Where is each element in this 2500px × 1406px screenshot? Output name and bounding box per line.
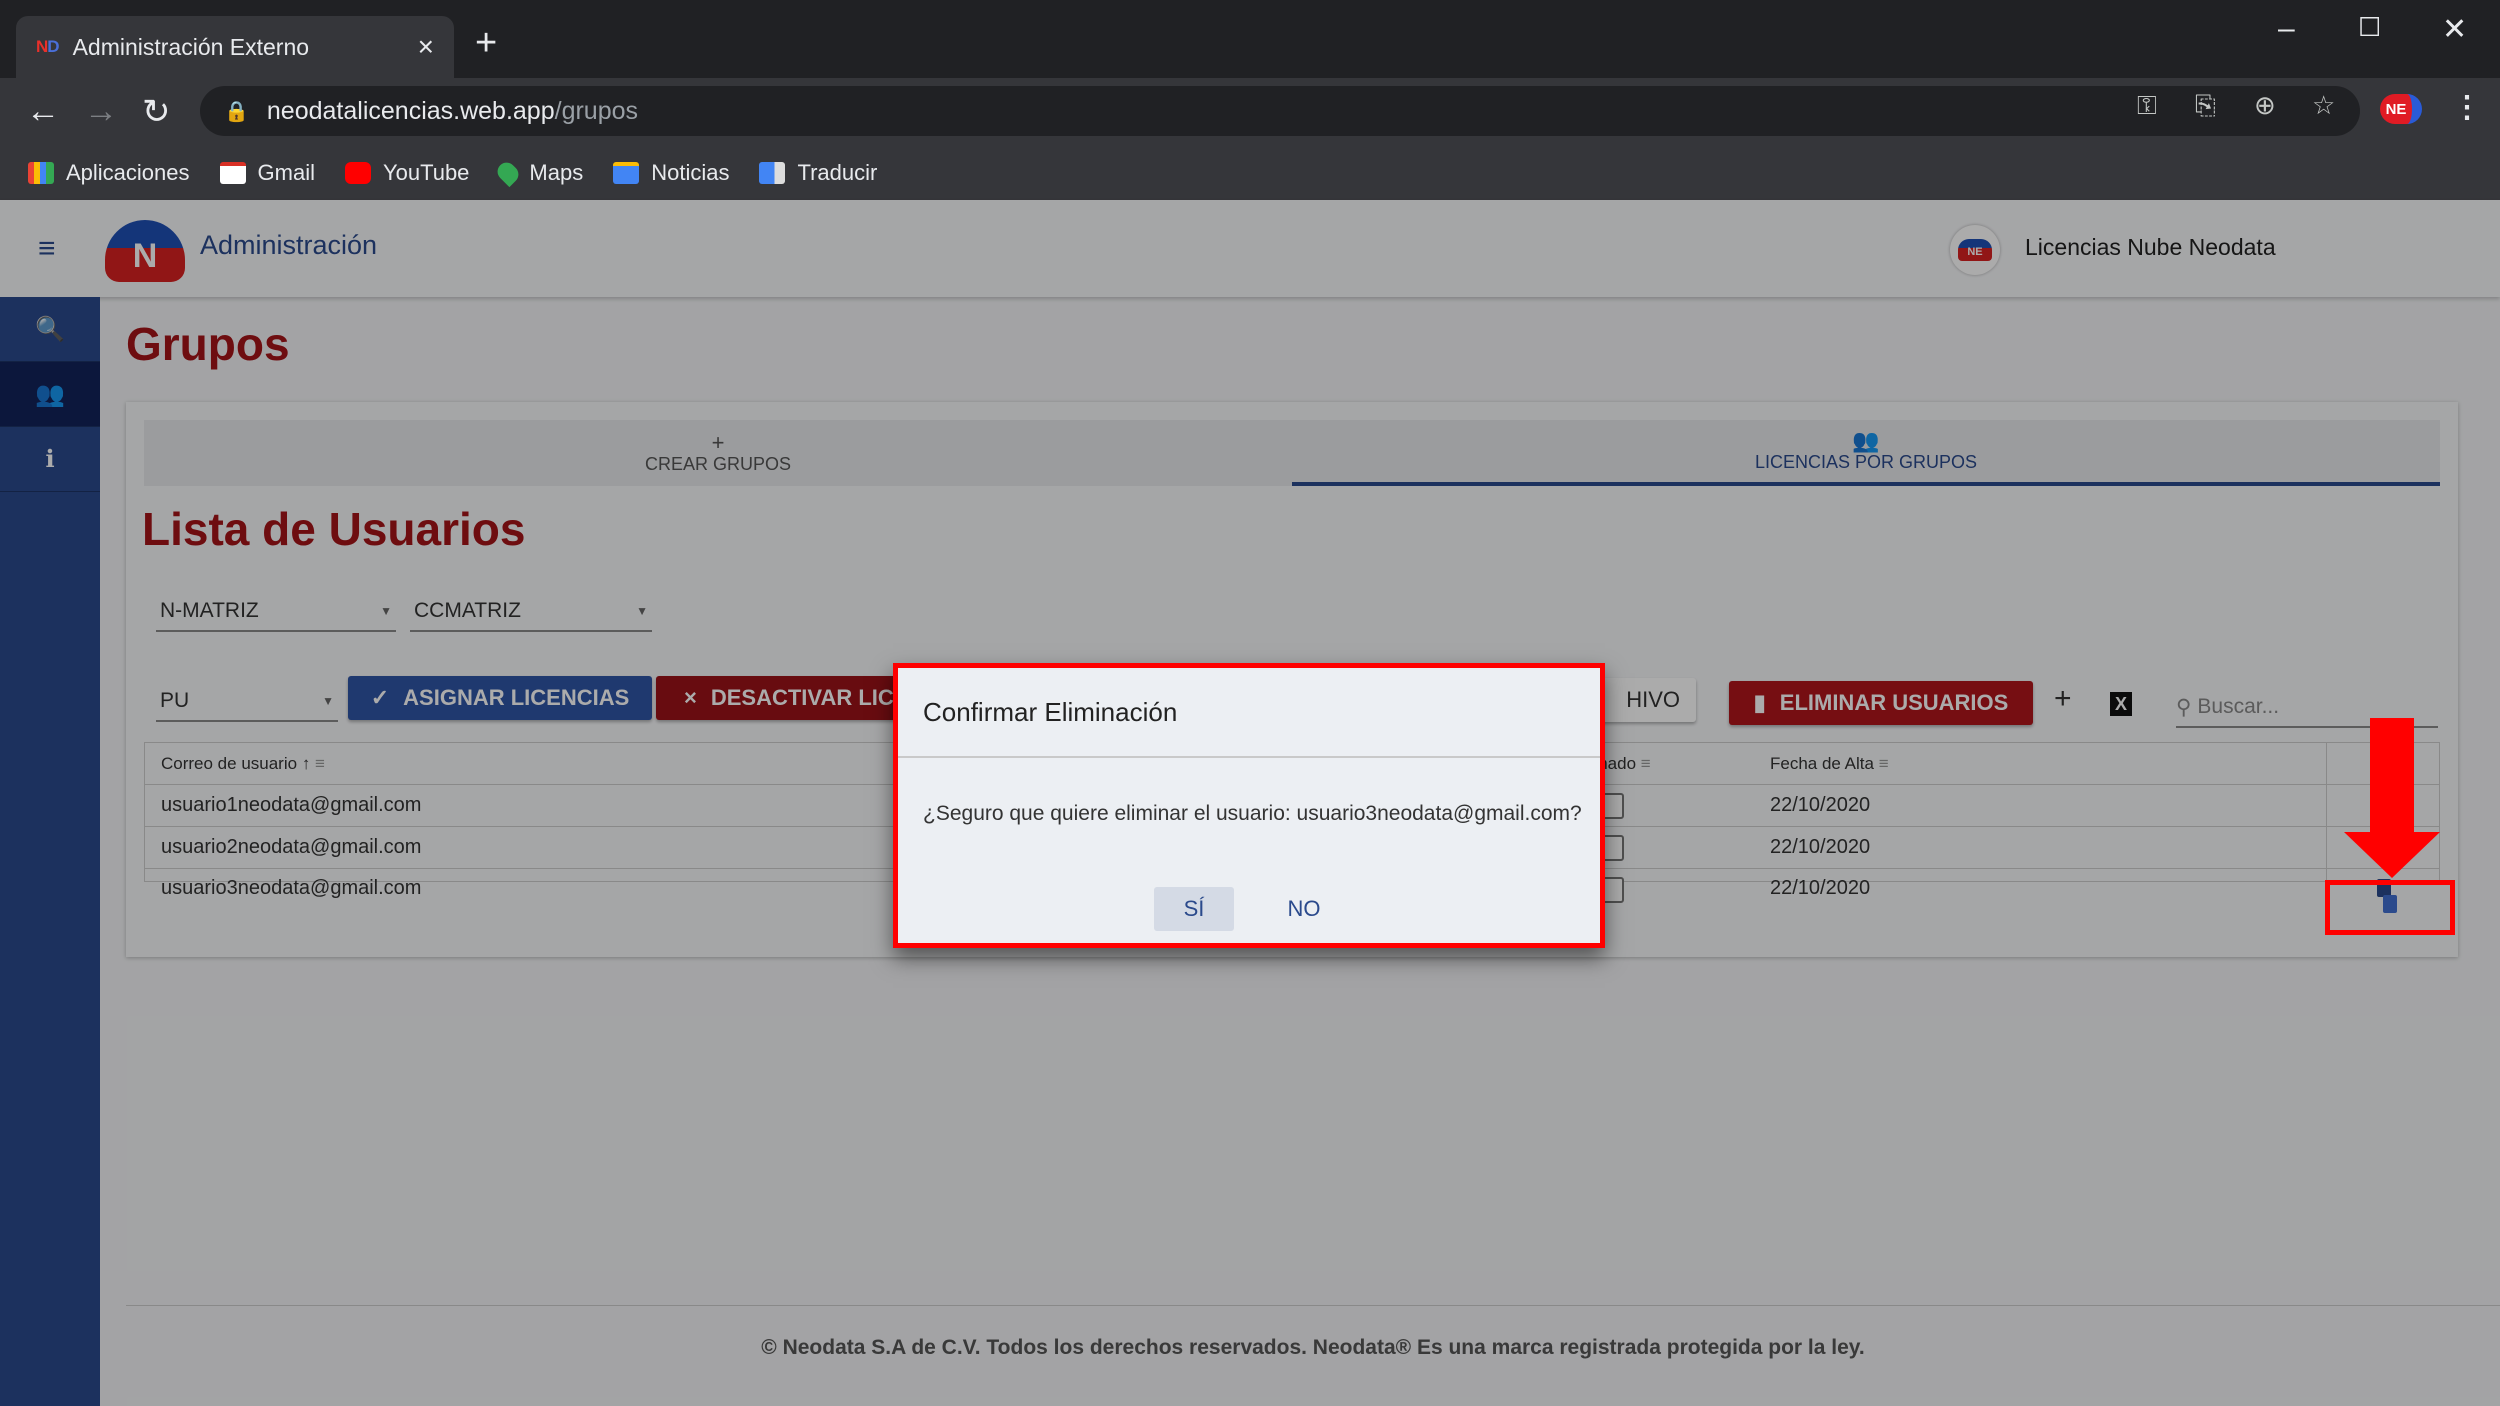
neodata-extension-icon[interactable]: NE xyxy=(2380,94,2422,124)
bookmark-label: Maps xyxy=(529,159,584,185)
dialog-title: Confirmar Eliminación xyxy=(898,668,1600,758)
reload-icon[interactable]: ↻ xyxy=(142,92,171,132)
bookmark-label: Traducir xyxy=(797,159,878,185)
dialog-message: ¿Seguro que quiere eliminar el usuario: … xyxy=(923,802,1582,825)
minimize-icon[interactable]: – xyxy=(2278,12,2295,46)
browser-toolbar: ← → ↻ 🔒 neodatalicencias.web.app /grupos… xyxy=(0,78,2500,145)
bookmark-label: Aplicaciones xyxy=(66,159,190,185)
bookmark-noticias[interactable]: Noticias xyxy=(613,160,729,186)
bookmark-apps[interactable]: Aplicaciones xyxy=(28,160,190,186)
close-tab-icon[interactable]: × xyxy=(418,31,434,63)
news-icon xyxy=(613,161,640,184)
bookmarks-bar: Aplicaciones Gmail YouTube Maps Noticias… xyxy=(0,145,2500,200)
bookmark-maps[interactable]: Maps xyxy=(494,158,584,187)
bookmark-traducir[interactable]: Traducir xyxy=(759,160,877,186)
bookmark-label: Noticias xyxy=(651,159,730,185)
gmail-icon xyxy=(219,161,246,184)
youtube-icon xyxy=(344,161,371,184)
bookmark-label: YouTube xyxy=(382,159,470,185)
translate-page-icon[interactable]: ⎘ xyxy=(2195,90,2216,122)
browser-tab[interactable]: ND Administración Externo × xyxy=(16,16,454,78)
close-window-icon[interactable]: ✕ xyxy=(2442,12,2467,47)
bookmark-star-icon[interactable]: ☆ xyxy=(2312,90,2335,121)
delete-row-trash-icon-highlighted[interactable] xyxy=(2383,895,2397,913)
confirm-delete-dialog: Confirmar Eliminación ¿Seguro que quiere… xyxy=(893,663,1605,948)
annotation-arrow-shaft xyxy=(2370,718,2414,836)
back-icon[interactable]: ← xyxy=(26,92,60,131)
zoom-icon[interactable]: ⊕ xyxy=(2254,90,2276,121)
forward-icon[interactable]: → xyxy=(84,92,118,131)
new-tab-button[interactable]: + xyxy=(475,22,497,65)
key-icon[interactable]: ⚿ xyxy=(2137,90,2157,122)
bookmark-gmail[interactable]: Gmail xyxy=(219,159,315,186)
confirm-yes-button[interactable]: SÍ xyxy=(1154,887,1234,931)
dialog-actions: SÍ NO xyxy=(898,887,1600,931)
tab-title: Administración Externo xyxy=(72,33,310,60)
lock-icon: 🔒 xyxy=(224,100,249,123)
site-favicon-icon: ND xyxy=(36,37,60,56)
browser-tab-strip: ND Administración Externo × + – ☐ ✕ xyxy=(0,0,2500,78)
maps-pin-icon xyxy=(494,158,523,187)
annotation-arrow-down-icon xyxy=(2344,832,2440,878)
translate-icon xyxy=(759,161,786,184)
address-bar[interactable]: 🔒 neodatalicencias.web.app /grupos xyxy=(200,86,2360,136)
bookmark-youtube[interactable]: YouTube xyxy=(344,159,470,186)
browser-menu-icon[interactable]: ⋮ xyxy=(2452,90,2482,125)
url-path: /grupos xyxy=(554,96,639,125)
url-host: neodatalicencias.web.app xyxy=(266,96,555,125)
bookmark-label: Gmail xyxy=(257,159,315,185)
apps-grid-icon xyxy=(28,161,54,184)
maximize-icon[interactable]: ☐ xyxy=(2358,12,2381,43)
cancel-no-button[interactable]: NO xyxy=(1264,887,1344,931)
